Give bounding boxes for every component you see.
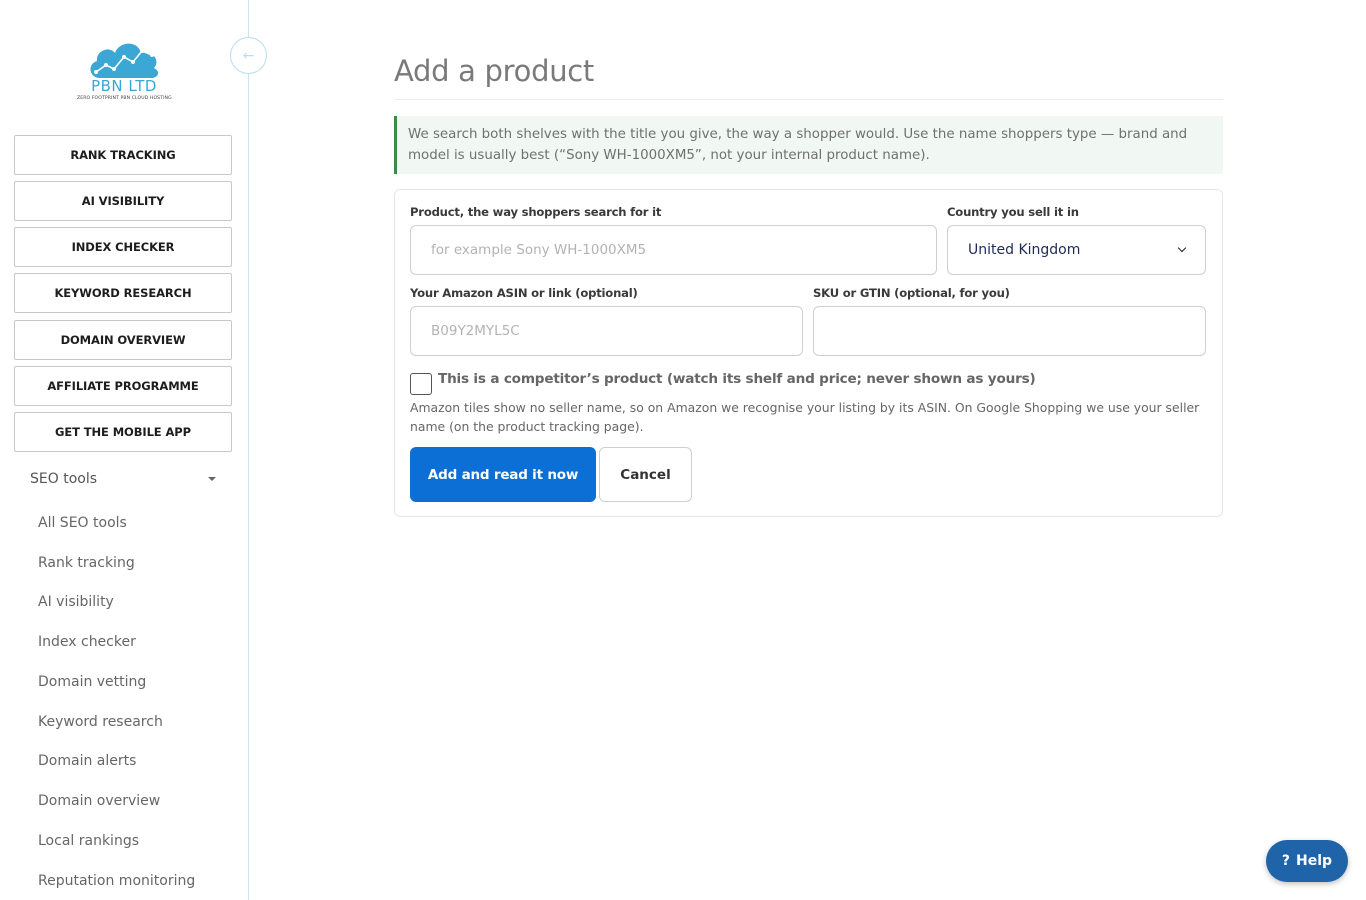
nav-ai-visibility-button[interactable]: AI VISIBILITY (14, 181, 232, 221)
nav-index-checker-button[interactable]: INDEX CHECKER (14, 227, 232, 267)
sidebar-item-index-checker[interactable]: Index checker (38, 634, 136, 650)
page-title: Add a product (394, 54, 594, 88)
brand-logo[interactable]: PBN LTD ZERO FOOTPRINT PBN CLOUD HOSTING (77, 32, 172, 116)
product-field-label: Product, the way shoppers search for it (410, 205, 662, 219)
help-button[interactable]: ? Help (1266, 840, 1348, 882)
seo-tools-toggle[interactable]: SEO tools (30, 468, 220, 490)
sidebar-item-ai-visibility[interactable]: AI visibility (38, 594, 114, 610)
add-and-read-button[interactable]: Add and read it now (410, 447, 596, 502)
competitor-checkbox[interactable] (410, 373, 432, 395)
nav-affiliate-programme-button[interactable]: AFFILIATE PROGRAMME (14, 366, 232, 406)
sidebar-item-domain-alerts[interactable]: Domain alerts (38, 753, 136, 769)
chevron-down-icon (1177, 243, 1187, 253)
sidebar-item-all-seo-tools[interactable]: All SEO tools (38, 515, 127, 531)
sku-field-label: SKU or GTIN (optional, for you) (813, 286, 1010, 300)
nav-rank-tracking-button[interactable]: RANK TRACKING (14, 135, 232, 175)
country-select[interactable]: United Kingdom (947, 225, 1206, 275)
nav-keyword-research-button[interactable]: KEYWORD RESEARCH (14, 273, 232, 313)
seo-tools-label: SEO tools (30, 471, 98, 487)
country-field-label: Country you sell it in (947, 205, 1079, 219)
help-button-label: Help (1296, 853, 1333, 869)
info-notice: We search both shelves with the title yo… (394, 116, 1223, 174)
sidebar-item-rank-tracking[interactable]: Rank tracking (38, 555, 135, 571)
title-divider (394, 99, 1223, 100)
product-name-input[interactable] (410, 225, 937, 275)
cancel-button[interactable]: Cancel (599, 447, 692, 502)
nav-mobile-app-button[interactable]: GET THE MOBILE APP (14, 412, 232, 452)
sidebar-item-reputation-monitoring[interactable]: Reputation monitoring (38, 873, 195, 889)
country-select-value: United Kingdom (968, 242, 1081, 258)
sidebar-item-domain-overview[interactable]: Domain overview (38, 793, 160, 809)
sidebar: PBN LTD ZERO FOOTPRINT PBN CLOUD HOSTING… (0, 0, 249, 900)
competitor-checkbox-label[interactable]: This is a competitor’s product (watch it… (438, 371, 1036, 387)
arrow-left-icon: ← (242, 47, 255, 64)
question-icon: ? (1281, 853, 1291, 869)
caret-down-icon (208, 477, 216, 481)
sidebar-collapse-button[interactable]: ← (230, 37, 267, 74)
brand-tagline: ZERO FOOTPRINT PBN CLOUD HOSTING (77, 96, 172, 101)
cloud-chart-icon (90, 43, 159, 79)
sidebar-item-keyword-research[interactable]: Keyword research (38, 714, 163, 730)
sidebar-item-domain-vetting[interactable]: Domain vetting (38, 674, 146, 690)
nav-domain-overview-button[interactable]: DOMAIN OVERVIEW (14, 320, 232, 360)
asin-input[interactable] (410, 306, 803, 356)
sidebar-item-local-rankings[interactable]: Local rankings (38, 833, 139, 849)
asin-field-label: Your Amazon ASIN or link (optional) (410, 286, 638, 300)
brand-name: PBN LTD (91, 77, 157, 95)
asin-help-text: Amazon tiles show no seller name, so on … (410, 400, 1200, 434)
sku-gtin-input[interactable] (813, 306, 1206, 356)
